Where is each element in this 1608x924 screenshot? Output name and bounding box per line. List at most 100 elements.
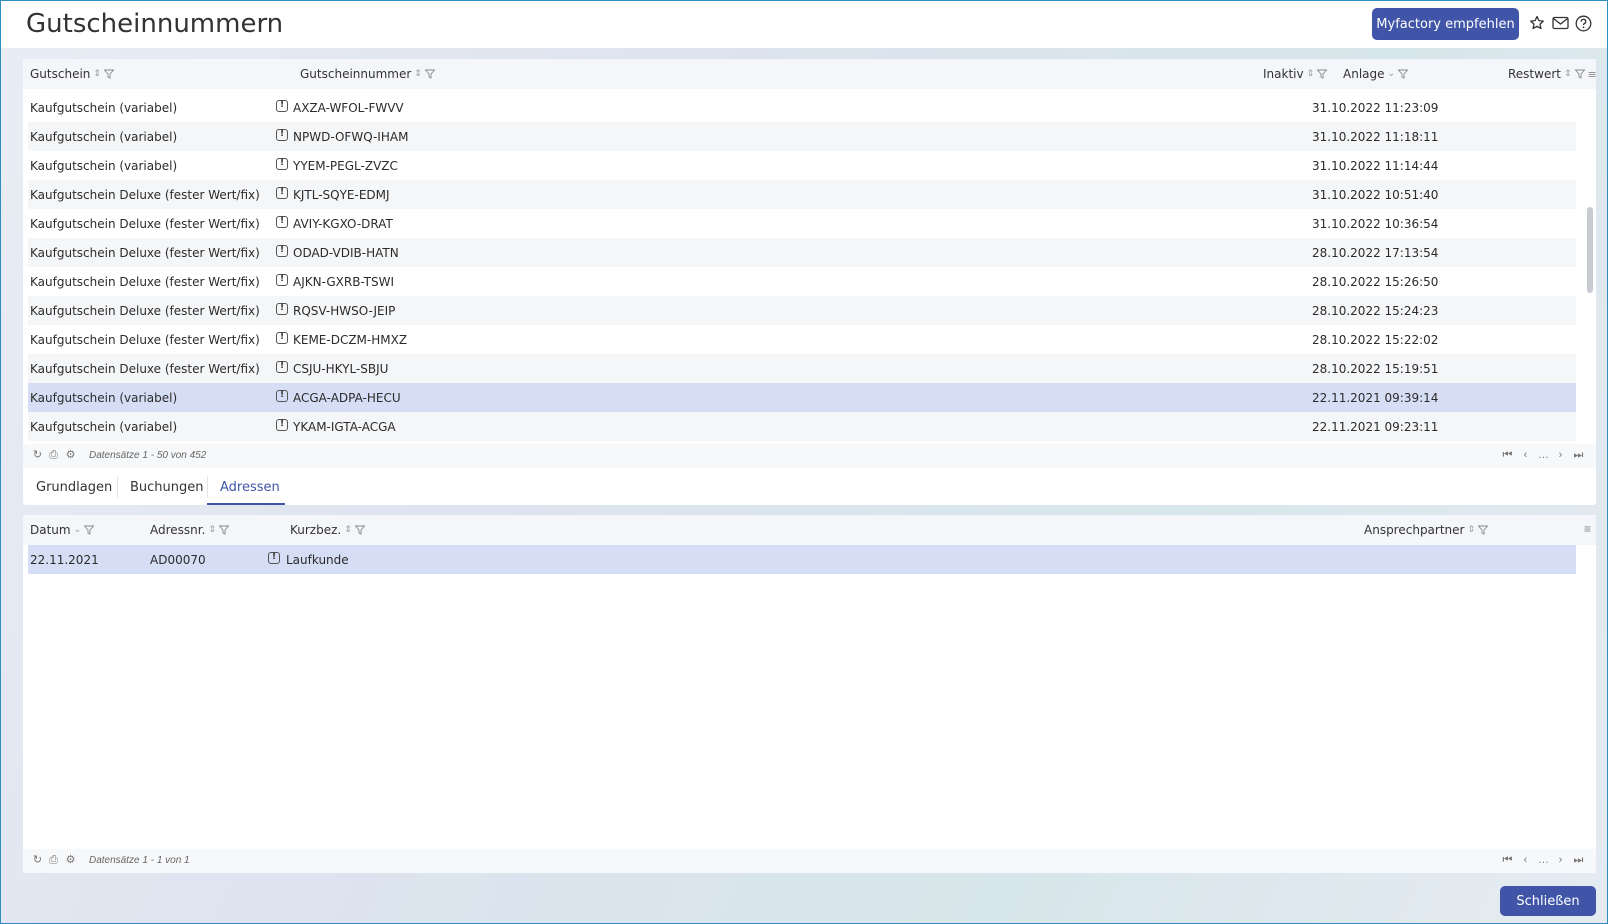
col-anlage[interactable]: Anlage ⌄ (1343, 67, 1409, 81)
sort-icon[interactable]: ⇕ (414, 69, 422, 79)
close-button[interactable]: Schließen (1500, 886, 1596, 916)
table-row[interactable]: Kaufgutschein Deluxe (fester Wert/fix)! O… (28, 238, 1576, 267)
table-row[interactable]: Kaufgutschein Deluxe (fester Wert/fix)! A… (28, 209, 1576, 238)
filter-icon[interactable] (84, 525, 95, 535)
next-page-icon[interactable]: › (1554, 854, 1567, 867)
info-icon[interactable]: ! (276, 129, 288, 141)
filter-icon[interactable] (103, 69, 114, 79)
table-row[interactable]: Kaufgutschein Deluxe (fester Wert/fix)! K… (28, 180, 1576, 209)
table-row[interactable]: Kaufgutschein (variabel)! YYEM-PEGL-ZVZC 3… (28, 151, 1576, 180)
table-row[interactable]: Kaufgutschein (variabel)! AXZA-WFOL-FWVV 3… (28, 93, 1576, 122)
sort-desc-icon[interactable]: ⌄ (74, 525, 82, 535)
info-icon[interactable]: ! (276, 158, 288, 170)
print-icon[interactable]: ⎙ (47, 854, 60, 867)
column-menu-icon[interactable]: ≡ (1584, 522, 1591, 536)
prev-page-icon[interactable]: ‹ (1519, 854, 1532, 867)
filter-icon[interactable] (1398, 69, 1409, 79)
table-row[interactable]: Kaufgutschein (variabel)! ACGA-ADPA-HECU 2… (28, 383, 1576, 412)
info-icon[interactable]: ! (276, 216, 288, 228)
cell-gutschein: Kaufgutschein Deluxe (fester Wert/fix) (30, 246, 260, 260)
cell-gutschein: Kaufgutschein (variabel) (30, 159, 178, 173)
table-row[interactable]: Kaufgutschein (variabel)! YKAM-IGTA-ACGA 2… (28, 412, 1576, 441)
sort-desc-icon[interactable]: ⌄ (1388, 69, 1396, 79)
col-datum[interactable]: Datum ⌄ (30, 523, 95, 537)
cell-anlage: 28.10.2022 15:26:50 (1312, 275, 1439, 289)
sort-icon[interactable]: ⇕ (344, 525, 352, 535)
more-pages-icon[interactable]: … (1537, 449, 1550, 462)
table-row[interactable]: Kaufgutschein Deluxe (fester Wert/fix)! C… (28, 354, 1576, 383)
cell-gutschein: Kaufgutschein Deluxe (fester Wert/fix) (30, 217, 260, 231)
cell-adressnr: AD00070 (150, 553, 206, 567)
mail-icon[interactable] (1550, 13, 1570, 33)
voucher-grid-panel: Gutschein ⇕ Gutscheinnummer ⇕ Inaktiv ⇕ Anl… (23, 59, 1597, 505)
sort-icon[interactable]: ⇕ (208, 525, 216, 535)
col-adressnr[interactable]: Adressnr. ⇕ (150, 523, 229, 537)
cell-anlage: 31.10.2022 11:18:11 (1312, 130, 1439, 144)
filter-icon[interactable] (354, 525, 365, 535)
col-gutscheinnummer[interactable]: Gutscheinnummer ⇕ (300, 67, 435, 81)
last-page-icon[interactable]: ⏭ (1572, 449, 1585, 462)
record-count: Datensätze 1 - 1 von 1 (89, 855, 190, 866)
more-pages-icon[interactable]: … (1537, 854, 1550, 867)
info-icon[interactable]: ! (276, 187, 288, 199)
col-restwert-label: Restwert (1508, 67, 1561, 81)
col-gutschein[interactable]: Gutschein ⇕ (30, 67, 114, 81)
col-kurzbez[interactable]: Kurzbez. ⇕ (290, 523, 365, 537)
filter-icon[interactable] (1478, 525, 1489, 535)
voucher-grid-scrollbar[interactable] (1587, 207, 1593, 293)
print-icon[interactable]: ⎙ (47, 449, 60, 462)
page-title: Gutscheinnummern (26, 9, 284, 39)
cell-anlage: 31.10.2022 10:36:54 (1312, 217, 1439, 231)
table-row[interactable]: Kaufgutschein Deluxe (fester Wert/fix)! K… (28, 325, 1576, 354)
info-icon[interactable]: ! (276, 390, 288, 402)
cell-anlage: 22.11.2021 09:23:11 (1312, 420, 1439, 434)
cell-gutschein: Kaufgutschein (variabel) (30, 391, 178, 405)
next-page-icon[interactable]: › (1554, 449, 1567, 462)
cell-anlage: 28.10.2022 17:13:54 (1312, 246, 1439, 260)
table-row[interactable]: 22.11.2021 AD00070 ! Laufkunde (28, 545, 1576, 574)
filter-icon[interactable] (1317, 69, 1328, 79)
info-icon[interactable]: ! (276, 245, 288, 257)
tab-grundlagen[interactable]: Grundlagen (36, 480, 112, 495)
prev-page-icon[interactable]: ‹ (1519, 449, 1532, 462)
table-row[interactable]: Kaufgutschein Deluxe (fester Wert/fix)! A… (28, 267, 1576, 296)
table-row[interactable]: Kaufgutschein Deluxe (fester Wert/fix)! R… (28, 296, 1576, 325)
column-menu-icon[interactable]: ≡ (1588, 68, 1597, 81)
recommend-button[interactable]: Myfactory empfehlen (1372, 8, 1519, 40)
first-page-icon[interactable]: ⏮ (1501, 854, 1514, 867)
col-restwert[interactable]: Restwert ⇕ ≡ (1508, 67, 1597, 81)
info-icon[interactable]: ! (276, 419, 288, 431)
refresh-icon[interactable]: ↻ (31, 449, 44, 462)
help-icon[interactable] (1573, 13, 1593, 33)
sort-icon[interactable]: ⇕ (93, 69, 101, 79)
filter-icon[interactable] (424, 69, 435, 79)
info-icon[interactable]: ! (276, 303, 288, 315)
tab-buchungen[interactable]: Buchungen (130, 480, 204, 495)
sort-icon[interactable]: ⇕ (1307, 69, 1315, 79)
header-bar: Gutscheinnummern Myfactory empfehlen (1, 1, 1607, 48)
info-icon[interactable]: ! (276, 274, 288, 286)
info-icon[interactable]: ! (276, 332, 288, 344)
first-page-icon[interactable]: ⏮ (1501, 449, 1514, 462)
last-page-icon[interactable]: ⏭ (1572, 854, 1585, 867)
settings-icon[interactable]: ⚙ (64, 449, 77, 462)
refresh-icon[interactable]: ↻ (31, 854, 44, 867)
sort-icon[interactable]: ⇕ (1467, 525, 1475, 535)
table-row[interactable]: Kaufgutschein (variabel)! NPWD-OFWQ-IHAM 3… (28, 122, 1576, 151)
settings-icon[interactable]: ⚙ (64, 854, 77, 867)
col-ansprechpartner[interactable]: Ansprechpartner ⇕ (1364, 523, 1489, 537)
tab-adressen[interactable]: Adressen (220, 480, 280, 495)
col-inaktiv[interactable]: Inaktiv ⇕ (1263, 67, 1328, 81)
info-icon[interactable]: ! (276, 100, 288, 112)
info-icon[interactable]: ! (268, 552, 280, 564)
cell-gutscheinnummer: ACGA-ADPA-HECU (293, 391, 401, 405)
filter-icon[interactable] (218, 525, 229, 535)
filter-icon[interactable] (1574, 69, 1585, 79)
cell-kurzbez: Laufkunde (286, 553, 349, 567)
col-anlage-label: Anlage (1343, 67, 1385, 81)
star-icon[interactable] (1527, 13, 1547, 33)
cell-gutschein: Kaufgutschein Deluxe (fester Wert/fix) (30, 275, 260, 289)
sort-icon[interactable]: ⇕ (1564, 69, 1572, 79)
info-icon[interactable]: ! (276, 361, 288, 373)
cell-anlage: 31.10.2022 10:51:40 (1312, 188, 1439, 202)
